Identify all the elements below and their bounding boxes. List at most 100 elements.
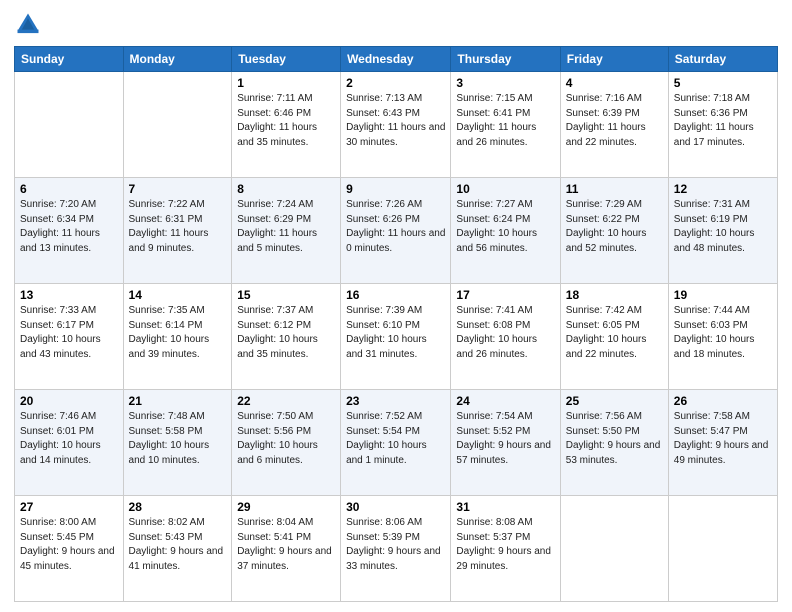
day-info-line: Daylight: 10 hours and 6 minutes.: [237, 439, 335, 468]
day-info: Sunrise: 8:02 AMSunset: 5:43 PMDaylight:…: [129, 516, 227, 574]
day-info: Sunrise: 7:29 AMSunset: 6:22 PMDaylight:…: [566, 198, 663, 256]
day-info: Sunrise: 7:33 AMSunset: 6:17 PMDaylight:…: [20, 304, 118, 362]
day-info: Sunrise: 7:50 AMSunset: 5:56 PMDaylight:…: [237, 410, 335, 468]
day-info-line: Daylight: 9 hours and 45 minutes.: [20, 545, 118, 574]
day-info-line: Sunrise: 7:22 AM: [129, 198, 227, 213]
day-info-line: Sunset: 6:22 PM: [566, 213, 663, 228]
calendar-cell: 9 Sunrise: 7:26 AMSunset: 6:26 PMDaylight…: [341, 178, 451, 284]
day-info-line: Sunrise: 7:11 AM: [237, 92, 335, 107]
calendar-cell: 10Sunrise: 7:27 AMSunset: 6:24 PMDayligh…: [451, 178, 560, 284]
day-number: 18: [566, 288, 663, 302]
calendar-cell: 13 Sunrise: 7:33 AMSunset: 6:17 PMDayligh…: [15, 284, 124, 390]
calendar-cell: 24Sunrise: 7:54 AMSunset: 5:52 PMDayligh…: [451, 390, 560, 496]
day-number: 24: [456, 394, 554, 408]
day-info-line: Sunrise: 7:58 AM: [674, 410, 772, 425]
day-info-line: Daylight: 10 hours and 39 minutes.: [129, 333, 227, 362]
day-info-line: Sunset: 5:39 PM: [346, 531, 445, 546]
calendar-cell: 23Sunrise: 7:52 AMSunset: 5:54 PMDayligh…: [341, 390, 451, 496]
day-info-line: Sunset: 5:54 PM: [346, 425, 445, 440]
day-info-line: Sunrise: 8:06 AM: [346, 516, 445, 531]
day-info-line: Sunset: 5:52 PM: [456, 425, 554, 440]
day-of-week-header: Monday: [123, 47, 232, 72]
day-info-line: Sunset: 5:47 PM: [674, 425, 772, 440]
day-info-line: Daylight: 11 hours and 17 minutes.: [674, 121, 772, 150]
day-info: Sunrise: 7:31 AMSunset: 6:19 PMDaylight:…: [674, 198, 772, 256]
day-info: Sunrise: 7:26 AMSunset: 6:26 PMDaylight:…: [346, 198, 445, 256]
calendar-cell: [668, 496, 777, 602]
calendar-cell: 3Sunrise: 7:15 AMSunset: 6:41 PMDaylight…: [451, 72, 560, 178]
day-info-line: Daylight: 11 hours and 13 minutes.: [20, 227, 118, 256]
calendar-cell: 18Sunrise: 7:42 AMSunset: 6:05 PMDayligh…: [560, 284, 668, 390]
calendar-week-row: 20Sunrise: 7:46 AMSunset: 6:01 PMDayligh…: [15, 390, 778, 496]
day-info-line: Sunrise: 7:15 AM: [456, 92, 554, 107]
day-info-line: Daylight: 10 hours and 10 minutes.: [129, 439, 227, 468]
day-number: 12: [674, 182, 772, 196]
day-number: 10: [456, 182, 554, 196]
day-info-line: Sunset: 6:29 PM: [237, 213, 335, 228]
day-info-line: Sunrise: 7:39 AM: [346, 304, 445, 319]
day-info-line: Sunrise: 7:27 AM: [456, 198, 554, 213]
day-number: 28: [129, 500, 227, 514]
day-info-line: Sunset: 6:12 PM: [237, 319, 335, 334]
day-info: Sunrise: 8:06 AMSunset: 5:39 PMDaylight:…: [346, 516, 445, 574]
day-number: 13: [20, 288, 118, 302]
day-info-line: Sunrise: 7:16 AM: [566, 92, 663, 107]
day-info: Sunrise: 8:08 AMSunset: 5:37 PMDaylight:…: [456, 516, 554, 574]
day-info-line: Sunset: 6:36 PM: [674, 107, 772, 122]
day-info-line: Sunrise: 7:41 AM: [456, 304, 554, 319]
day-info-line: Sunset: 5:56 PM: [237, 425, 335, 440]
calendar-cell: 20Sunrise: 7:46 AMSunset: 6:01 PMDayligh…: [15, 390, 124, 496]
day-info-line: Sunset: 6:05 PM: [566, 319, 663, 334]
day-info-line: Sunset: 6:39 PM: [566, 107, 663, 122]
day-info-line: Sunrise: 7:56 AM: [566, 410, 663, 425]
day-info: Sunrise: 7:16 AMSunset: 6:39 PMDaylight:…: [566, 92, 663, 150]
day-number: 9: [346, 182, 445, 196]
day-number: 29: [237, 500, 335, 514]
day-number: 7: [129, 182, 227, 196]
calendar-cell: 2Sunrise: 7:13 AMSunset: 6:43 PMDaylight…: [341, 72, 451, 178]
calendar-cell: 28 Sunrise: 8:02 AMSunset: 5:43 PMDayligh…: [123, 496, 232, 602]
day-info: Sunrise: 7:39 AMSunset: 6:10 PMDaylight:…: [346, 304, 445, 362]
calendar-cell: 19Sunrise: 7:44 AMSunset: 6:03 PMDayligh…: [668, 284, 777, 390]
day-info-line: Sunrise: 7:35 AM: [129, 304, 227, 319]
day-info-line: Sunset: 5:37 PM: [456, 531, 554, 546]
day-number: 23: [346, 394, 445, 408]
calendar-cell: 1Sunrise: 7:11 AMSunset: 6:46 PMDaylight…: [232, 72, 341, 178]
day-info-line: Sunrise: 7:26 AM: [346, 198, 445, 213]
day-info: Sunrise: 8:00 AMSunset: 5:45 PMDaylight:…: [20, 516, 118, 574]
day-info-line: Daylight: 9 hours and 57 minutes.: [456, 439, 554, 468]
calendar-cell: 26Sunrise: 7:58 AMSunset: 5:47 PMDayligh…: [668, 390, 777, 496]
day-number: 1: [237, 76, 335, 90]
day-info-line: Sunrise: 8:04 AM: [237, 516, 335, 531]
day-info-line: Daylight: 10 hours and 52 minutes.: [566, 227, 663, 256]
day-info: Sunrise: 7:35 AMSunset: 6:14 PMDaylight:…: [129, 304, 227, 362]
day-number: 16: [346, 288, 445, 302]
day-of-week-header: Saturday: [668, 47, 777, 72]
calendar-cell: 8Sunrise: 7:24 AMSunset: 6:29 PMDaylight…: [232, 178, 341, 284]
calendar-cell: 22 Sunrise: 7:50 AMSunset: 5:56 PMDayligh…: [232, 390, 341, 496]
day-info-line: Sunrise: 7:37 AM: [237, 304, 335, 319]
day-info-line: Sunrise: 7:18 AM: [674, 92, 772, 107]
day-number: 21: [129, 394, 227, 408]
day-info-line: Daylight: 9 hours and 37 minutes.: [237, 545, 335, 574]
day-info-line: Daylight: 11 hours and 9 minutes.: [129, 227, 227, 256]
day-info-line: Sunset: 6:31 PM: [129, 213, 227, 228]
day-number: 25: [566, 394, 663, 408]
day-info: Sunrise: 7:48 AMSunset: 5:58 PMDaylight:…: [129, 410, 227, 468]
day-info-line: Daylight: 11 hours and 30 minutes.: [346, 121, 445, 150]
day-info-line: Sunset: 6:14 PM: [129, 319, 227, 334]
day-info: Sunrise: 7:58 AMSunset: 5:47 PMDaylight:…: [674, 410, 772, 468]
day-info-line: Daylight: 11 hours and 35 minutes.: [237, 121, 335, 150]
day-info-line: Daylight: 10 hours and 56 minutes.: [456, 227, 554, 256]
day-info-line: Sunset: 5:58 PM: [129, 425, 227, 440]
day-info-line: Sunrise: 7:48 AM: [129, 410, 227, 425]
day-info-line: Sunrise: 7:31 AM: [674, 198, 772, 213]
page: SundayMondayTuesdayWednesdayThursdayFrid…: [0, 0, 792, 612]
day-info-line: Daylight: 10 hours and 26 minutes.: [456, 333, 554, 362]
calendar-cell: 31Sunrise: 8:08 AMSunset: 5:37 PMDayligh…: [451, 496, 560, 602]
calendar-week-row: 1Sunrise: 7:11 AMSunset: 6:46 PMDaylight…: [15, 72, 778, 178]
day-of-week-header: Thursday: [451, 47, 560, 72]
day-number: 19: [674, 288, 772, 302]
day-number: 22: [237, 394, 335, 408]
day-number: 30: [346, 500, 445, 514]
